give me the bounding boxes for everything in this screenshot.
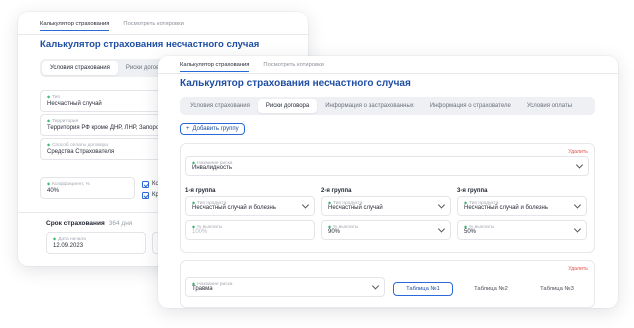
front-calculator-window: Калькулятор страхования Посмотреть котир… (158, 56, 618, 308)
group-2-heading: 2-я группа (321, 188, 352, 194)
back-territory-value: Территория РФ кроме ДНР, ЛНР, Запорож (47, 125, 164, 131)
delete-risk-2-button[interactable]: Удалить (568, 266, 588, 272)
front-nav-divider (158, 73, 618, 74)
back-coef-label: Коэффициент, % (47, 181, 90, 187)
back-tab-conditions[interactable]: Условия страхования (42, 61, 118, 75)
back-start-date-value: 12.09.2023 (53, 243, 84, 249)
back-territory-label: Территория (47, 118, 78, 124)
back-checkbox-1[interactable] (142, 181, 149, 188)
chevron-down-icon (573, 225, 582, 233)
risk-panel-injury: Удалить Название риска Травма Таблица №1… (180, 260, 595, 308)
group-2-product-select[interactable]: Тип продукта Несчастный случай (321, 196, 451, 216)
group-1-percent-field[interactable]: % выплаты 100% (185, 220, 315, 240)
back-term-label: Срок страхования (46, 220, 105, 227)
group-3-product-select[interactable]: Тип продукта Несчастный случай и болезнь (457, 196, 587, 216)
front-tab-risks[interactable]: Риски договора (257, 99, 318, 113)
chevron-down-icon (575, 161, 584, 169)
group-1-product-value: Несчастный случай и болезнь (192, 205, 276, 211)
group-3-heading: 3-я группа (457, 188, 488, 194)
delete-risk-1-button[interactable]: Удалить (568, 149, 588, 155)
back-type-value: Несчастный случай (47, 101, 102, 107)
back-term-days: 364 дня (108, 220, 133, 227)
chevron-down-icon (301, 201, 310, 209)
risk-panel-disability: Удалить Название риска Инвалидность 1-я … (180, 143, 595, 253)
chevron-down-icon (437, 201, 446, 209)
group-2-percent-select[interactable]: % выплаты 90% (321, 220, 451, 240)
table-3-button[interactable]: Таблица №3 (527, 282, 587, 296)
back-nav-divider (18, 34, 308, 35)
back-payment-value: Средства Страхователя (47, 149, 115, 155)
group-1-heading: 1-я группа (185, 188, 216, 194)
group-2-product-value: Несчастный случай (328, 205, 383, 211)
risk-name-value-1: Инвалидность (192, 165, 232, 171)
back-checkbox-2[interactable] (142, 192, 149, 199)
back-start-date-field[interactable]: Дата начала 12.09.2023 (46, 232, 146, 254)
back-payment-label: Способ оплаты договора (47, 142, 108, 148)
group-3-percent-select[interactable]: % выплаты 50% (457, 220, 587, 240)
plus-icon: + (186, 126, 190, 132)
chevron-down-icon (573, 201, 582, 209)
risk-name-select-1[interactable]: Название риска Инвалидность (185, 156, 589, 176)
front-tab-insured[interactable]: Информация о застрахованных (317, 99, 422, 113)
back-nav-quotes[interactable]: Посмотреть котировки (123, 21, 183, 31)
front-nav-calculator[interactable]: Калькулятор страхования (180, 62, 250, 72)
group-3-product-value: Несчастный случай и болезнь (464, 205, 548, 211)
chevron-down-icon (371, 282, 380, 290)
back-coef-value: 40% (47, 188, 60, 194)
table-1-button[interactable]: Таблица №1 (393, 282, 453, 296)
front-tab-conditions[interactable]: Условия страхования (182, 99, 258, 113)
back-nav-calculator[interactable]: Калькулятор страхования (40, 21, 110, 31)
front-tab-policyholder[interactable]: Информация о страхователе (422, 99, 519, 113)
add-group-label: Добавить группу (192, 126, 239, 132)
front-nav-quotes[interactable]: Посмотреть котировки (263, 62, 323, 72)
group-3-percent-value: 50% (464, 229, 477, 235)
risk-name-select-2[interactable]: Название риска Травма (185, 277, 385, 297)
front-tabs: Условия страхования Риски договора Инфор… (180, 97, 595, 115)
group-2-percent-value: 90% (328, 229, 341, 235)
back-term-heading: Срок страхования 364 дня (46, 220, 132, 227)
chevron-down-icon (437, 225, 446, 233)
back-top-nav: Калькулятор страхования Посмотреть котир… (40, 21, 184, 31)
risk-name-value-2: Травма (192, 286, 213, 292)
front-top-nav: Калькулятор страхования Посмотреть котир… (180, 62, 324, 72)
table-2-button[interactable]: Таблица №2 (461, 282, 521, 296)
front-page-title: Калькулятор страхования несчастного случ… (180, 78, 411, 89)
back-type-label: Тип (47, 94, 60, 100)
add-group-button[interactable]: + Добавить группу (180, 123, 245, 135)
back-page-title: Калькулятор страхования несчастного случ… (40, 39, 260, 50)
back-start-date-label: Дата начала (53, 236, 86, 242)
group-1-product-select[interactable]: Тип продукта Несчастный случай и болезнь (185, 196, 315, 216)
front-tab-payment[interactable]: Условия оплаты (519, 99, 580, 113)
back-coef-field[interactable]: Коэффициент, % 40% (40, 177, 135, 199)
group-1-percent-value: 100% (192, 229, 208, 235)
